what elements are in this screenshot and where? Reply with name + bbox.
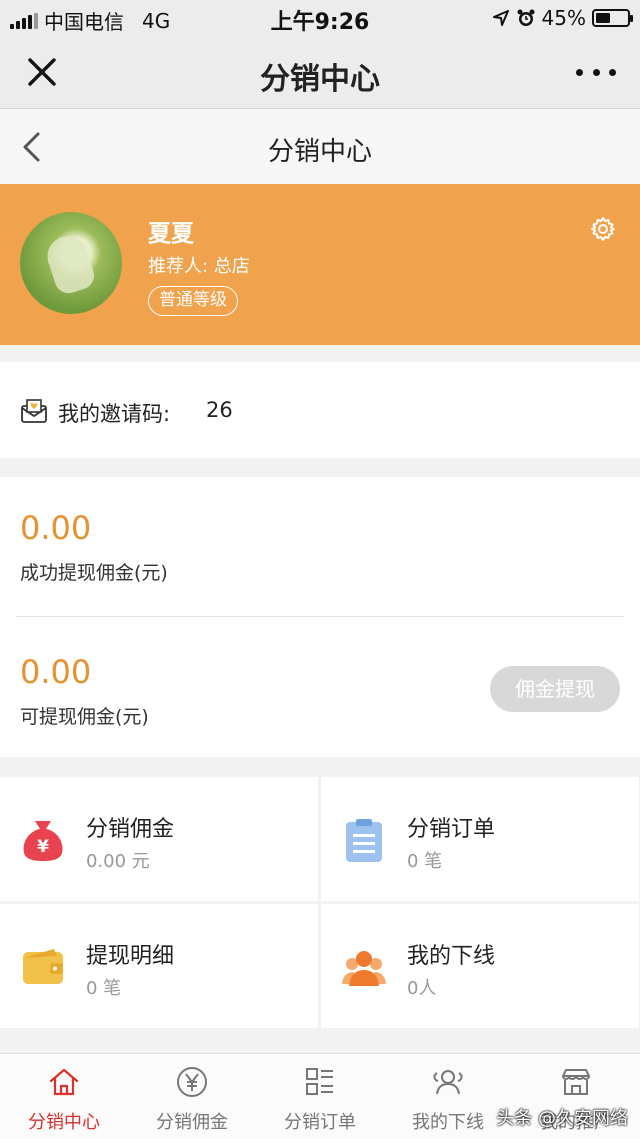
wechat-header: 分销中心 (0, 36, 640, 109)
level-badge: 普通等级 (148, 286, 238, 316)
available-commission-amount: 0.00 (20, 653, 92, 691)
wallet-icon (23, 949, 63, 984)
yen-icon (177, 1067, 207, 1097)
available-commission-label: 可提现佣金(元) (20, 706, 149, 728)
grid-item-downline[interactable]: 我的下线 0人 (321, 904, 639, 1028)
grid-title: 我的下线 (407, 944, 496, 969)
grid-subtitle: 0 笔 (407, 851, 443, 872)
referrer-label: 推荐人: 总店 (148, 256, 250, 277)
grid-subtitle: 0 笔 (86, 978, 122, 999)
grid-title: 提现明细 (86, 944, 175, 969)
grid-subtitle: 0人 (407, 978, 437, 999)
status-bar: 中国电信 4G 上午9:26 45% (0, 0, 640, 36)
grid-subtitle: 0.00 元 (86, 851, 150, 872)
user-name: 夏夏 (148, 221, 194, 247)
team-icon (342, 951, 386, 986)
page-title: 分销中心 (267, 137, 372, 167)
watermark: 头条 @久安网络 (496, 1108, 628, 1129)
home-icon (49, 1068, 79, 1096)
users-icon (433, 1070, 463, 1095)
money-bag-icon: ¥ (23, 821, 63, 861)
page-nav-bar: 分销中心 (0, 109, 640, 184)
invite-code-row: 我的邀请码: 26 (0, 362, 640, 458)
svg-text:¥: ¥ (37, 837, 49, 857)
more-icon[interactable] (576, 58, 616, 86)
gear-icon[interactable] (590, 216, 616, 242)
grid-item-withdraw-details[interactable]: 提现明细 0 笔 (0, 904, 318, 1028)
tab-label: 我的下线 (412, 1112, 484, 1133)
tab-orders[interactable]: 分销订单 (256, 1054, 384, 1139)
grid-item-commission[interactable]: ¥ 分销佣金 0.00 元 (0, 777, 318, 901)
tab-commission[interactable]: 分销佣金 (128, 1054, 256, 1139)
success-commission-amount: 0.00 (20, 509, 92, 547)
clipboard-icon (346, 819, 382, 862)
success-commission-label: 成功提现佣金(元) (20, 562, 168, 584)
battery-icon (592, 9, 633, 27)
envelope-heart-icon (21, 399, 47, 423)
profile-banner: 夏夏 推荐人: 总店 普通等级 (0, 184, 640, 345)
tab-distribution-center[interactable]: 分销中心 (0, 1054, 128, 1139)
tab-label: 分销中心 (28, 1112, 100, 1133)
wechat-title: 分销中心 (260, 62, 380, 97)
status-right: 45% (492, 6, 633, 30)
grid-title: 分销订单 (407, 817, 496, 842)
location-icon (492, 10, 509, 26)
store-icon (562, 1069, 590, 1095)
withdraw-commission-button[interactable]: 佣金提现 (490, 666, 620, 712)
tab-label: 分销佣金 (156, 1112, 228, 1133)
grid-title: 分销佣金 (86, 817, 175, 842)
avatar[interactable] (20, 212, 122, 314)
list-icon (306, 1068, 333, 1095)
invite-code-label: 我的邀请码: (58, 402, 171, 426)
tab-downline[interactable]: 我的下线 (384, 1054, 512, 1139)
tab-label: 分销订单 (284, 1112, 356, 1133)
alarm-icon (517, 9, 535, 26)
battery-percent: 45% (541, 6, 586, 30)
earnings-panel: 0.00 成功提现佣金(元) 0.00 可提现佣金(元) 佣金提现 (0, 477, 640, 757)
battery-fill (596, 13, 610, 23)
grid-item-orders[interactable]: 分销订单 0 笔 (321, 777, 639, 901)
invite-code-value: 26 (206, 398, 233, 422)
earnings-divider (16, 616, 624, 617)
